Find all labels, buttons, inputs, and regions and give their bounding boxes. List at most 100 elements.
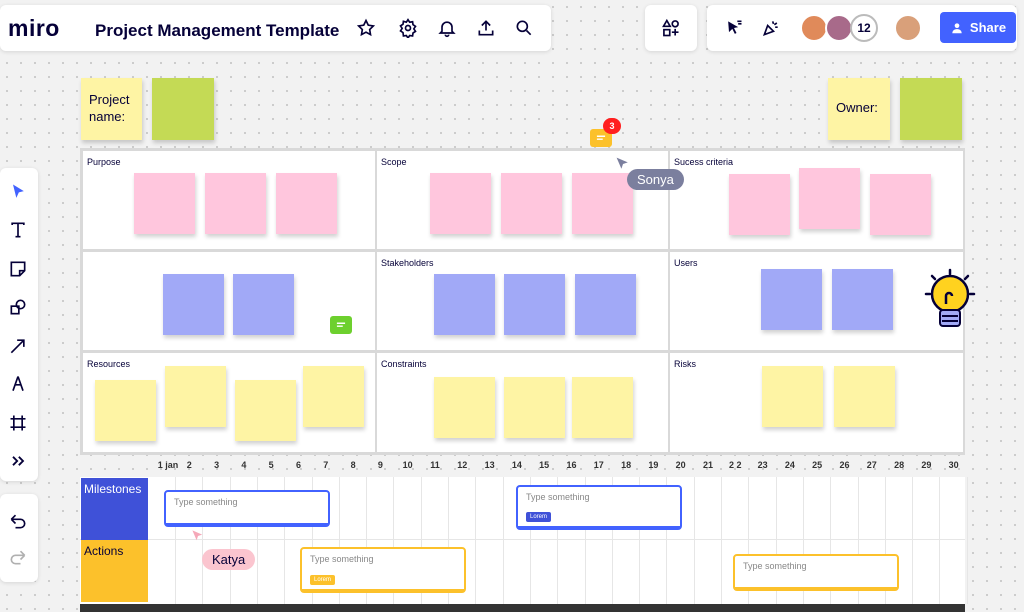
pen-icon[interactable] bbox=[2, 369, 34, 399]
miro-logo[interactable]: miro bbox=[8, 15, 60, 42]
creation-toolbar bbox=[0, 168, 38, 481]
success-criteria-label: Sucess criteria bbox=[674, 157, 734, 167]
apps-add-icon[interactable] bbox=[656, 13, 686, 43]
apps-panel bbox=[645, 5, 697, 51]
lightbulb-icon[interactable] bbox=[920, 268, 976, 332]
action-card[interactable]: Type something bbox=[733, 554, 899, 591]
collaborator-count[interactable]: 12 bbox=[850, 14, 878, 42]
card-placeholder: Type something bbox=[743, 561, 807, 571]
timeline-column-divider bbox=[966, 477, 968, 604]
sticky-note[interactable] bbox=[205, 173, 266, 234]
milestone-card[interactable]: Type something bbox=[164, 490, 330, 527]
sticky-note-icon[interactable] bbox=[2, 254, 34, 284]
sticky-note[interactable] bbox=[165, 366, 226, 427]
sticky-note[interactable] bbox=[235, 380, 296, 441]
avatar[interactable] bbox=[825, 14, 853, 42]
timeline-day: 29 bbox=[921, 460, 932, 470]
timeline-column-divider bbox=[939, 477, 941, 604]
cursor-label-katya: Katya bbox=[202, 549, 256, 570]
timeline-day: 23 bbox=[757, 460, 768, 470]
project-name-value-sticky[interactable] bbox=[152, 78, 214, 140]
sticky-note[interactable] bbox=[575, 274, 636, 335]
timeline-day: 30 bbox=[948, 460, 959, 470]
card-placeholder: Type something bbox=[174, 497, 238, 507]
owner-value-sticky[interactable] bbox=[900, 78, 962, 140]
sticky-note[interactable] bbox=[504, 274, 565, 335]
board-title[interactable]: Project Management Template bbox=[95, 21, 339, 41]
comment-icon[interactable] bbox=[330, 316, 352, 334]
search-icon[interactable] bbox=[509, 13, 539, 43]
cursor-pointer-icon bbox=[191, 529, 205, 548]
sticky-note[interactable] bbox=[762, 366, 823, 427]
timeline-column-divider bbox=[475, 477, 477, 604]
star-icon[interactable] bbox=[351, 13, 381, 43]
sticky-note[interactable] bbox=[761, 269, 822, 330]
frame-icon[interactable] bbox=[2, 408, 34, 438]
timeline-day: 21 bbox=[702, 460, 713, 470]
timeline-column-divider bbox=[721, 477, 722, 604]
sticky-note[interactable] bbox=[233, 274, 294, 335]
timeline-day: 4 bbox=[241, 460, 247, 470]
scope-label: Scope bbox=[381, 157, 407, 167]
share-button[interactable]: Share bbox=[940, 12, 1016, 43]
sticky-note[interactable] bbox=[303, 366, 364, 427]
celebrate-icon[interactable] bbox=[756, 13, 786, 43]
avatar[interactable] bbox=[894, 14, 922, 42]
timeline-column-divider bbox=[693, 477, 695, 604]
bell-icon[interactable] bbox=[432, 13, 462, 43]
actions-label: Actions bbox=[81, 540, 148, 602]
sticky-note[interactable] bbox=[276, 173, 337, 234]
timeline-day: 15 bbox=[539, 460, 550, 470]
undo-icon[interactable] bbox=[2, 506, 34, 536]
sticky-note[interactable] bbox=[434, 274, 495, 335]
board-header: miro Project Management Template bbox=[0, 5, 551, 51]
risks-label: Risks bbox=[674, 359, 696, 369]
more-icon[interactable] bbox=[2, 446, 34, 476]
sticky-note[interactable] bbox=[832, 269, 893, 330]
timeline-day: 3 bbox=[214, 460, 220, 470]
sticky-note[interactable] bbox=[834, 366, 895, 427]
cursor-label-sonya: Sonya bbox=[627, 169, 684, 190]
shapes-icon[interactable] bbox=[2, 292, 34, 322]
sticky-note[interactable] bbox=[501, 173, 562, 234]
sticky-note[interactable] bbox=[799, 168, 860, 229]
sticky-note[interactable] bbox=[163, 274, 224, 335]
select-icon[interactable] bbox=[2, 177, 34, 207]
comment-badge: 3 bbox=[603, 118, 621, 134]
timeline-day: 27 bbox=[866, 460, 877, 470]
arrow-icon[interactable] bbox=[2, 331, 34, 361]
action-card[interactable]: Type something Lorem bbox=[300, 547, 466, 593]
timeline-day: 11 bbox=[430, 460, 440, 470]
sticky-note[interactable] bbox=[134, 173, 195, 234]
timeline-day: 28 bbox=[894, 460, 905, 470]
timeline-day: 5 bbox=[268, 460, 274, 470]
redo-icon[interactable] bbox=[2, 542, 34, 572]
text-icon[interactable] bbox=[2, 215, 34, 245]
sticky-note[interactable] bbox=[572, 377, 633, 438]
upload-icon[interactable] bbox=[471, 13, 501, 43]
milestone-card[interactable]: Type something Lorem bbox=[516, 485, 682, 530]
project-name-sticky[interactable]: Project name: bbox=[81, 78, 142, 140]
timeline-day: 17 bbox=[593, 460, 604, 470]
timeline-column-divider bbox=[912, 477, 914, 604]
timeline-day: 25 bbox=[812, 460, 823, 470]
timeline-bottom-bar bbox=[80, 604, 965, 612]
avatar[interactable] bbox=[800, 14, 828, 42]
sticky-note[interactable] bbox=[729, 174, 790, 235]
sticky-note[interactable] bbox=[434, 377, 495, 438]
owner-sticky[interactable]: Owner: bbox=[828, 78, 890, 140]
sticky-note[interactable] bbox=[430, 173, 491, 234]
sticky-note[interactable] bbox=[572, 173, 633, 234]
pointer-select-icon[interactable] bbox=[719, 13, 749, 43]
project-name-label: Project name: bbox=[89, 92, 130, 124]
timeline-row-divider bbox=[80, 539, 965, 540]
timeline-day: 20 bbox=[675, 460, 686, 470]
share-label: Share bbox=[969, 20, 1007, 35]
purpose-label: Purpose bbox=[87, 157, 121, 167]
sticky-note[interactable] bbox=[95, 380, 156, 441]
settings-icon[interactable] bbox=[393, 13, 423, 43]
timeline-day: 24 bbox=[784, 460, 795, 470]
sticky-note[interactable] bbox=[504, 377, 565, 438]
sticky-note[interactable] bbox=[870, 174, 931, 235]
timeline-day: 2 2 bbox=[729, 460, 742, 470]
